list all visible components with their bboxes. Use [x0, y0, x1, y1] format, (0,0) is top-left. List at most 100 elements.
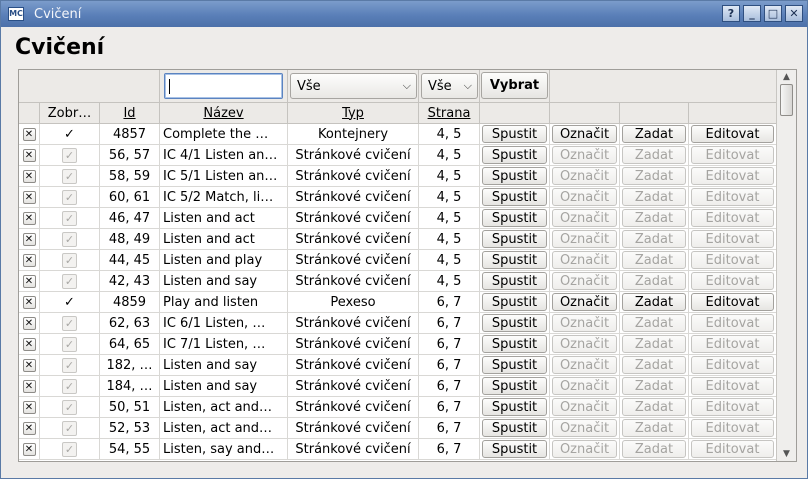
- run-cell: Spustit: [480, 313, 550, 334]
- edit-cell: Editovat: [689, 187, 777, 208]
- mark-button: Označit: [552, 251, 617, 269]
- show-checkbox[interactable]: ✓: [62, 126, 78, 142]
- scroll-down-icon[interactable]: ▼: [777, 447, 796, 461]
- vertical-scrollbar[interactable]: ▲ ▼: [776, 70, 796, 461]
- edit-button: Editovat: [691, 251, 774, 269]
- assign-button[interactable]: Zadat: [622, 293, 686, 311]
- remove-row-icon[interactable]: ✕: [22, 316, 36, 330]
- run-button[interactable]: Spustit: [482, 419, 547, 437]
- page-cell: 6, 7: [419, 376, 480, 397]
- show-checkbox[interactable]: ✓: [62, 210, 77, 226]
- page-filter-select[interactable]: Vše ⌵: [421, 73, 478, 99]
- assign-button: Zadat: [622, 272, 686, 290]
- run-button[interactable]: Spustit: [482, 188, 547, 206]
- show-cell: ✓: [40, 145, 100, 166]
- run-button[interactable]: Spustit: [482, 146, 547, 164]
- edit-button[interactable]: Editovat: [691, 293, 774, 311]
- maximize-button[interactable]: □: [764, 5, 782, 22]
- run-button[interactable]: Spustit: [482, 293, 547, 311]
- remove-row-icon[interactable]: ✕: [22, 190, 36, 204]
- select-button[interactable]: Vybrat: [481, 72, 548, 99]
- assign-cell: Zadat: [620, 418, 689, 439]
- col-header-page[interactable]: Strana: [419, 103, 480, 124]
- mark-cell: Označit: [550, 376, 620, 397]
- assign-cell: Zadat: [620, 166, 689, 187]
- type-cell: Stránkové cvičení: [288, 229, 419, 250]
- run-button[interactable]: Spustit: [482, 272, 547, 290]
- scroll-up-icon[interactable]: ▲: [777, 70, 796, 84]
- mark-button: Označit: [552, 335, 617, 353]
- remove-row-icon[interactable]: ✕: [22, 253, 36, 267]
- run-button[interactable]: Spustit: [482, 335, 547, 353]
- type-filter-select[interactable]: Vše ⌵: [290, 73, 417, 99]
- remove-row-icon[interactable]: ✕: [22, 211, 36, 225]
- name-cell: Listen and act: [160, 208, 288, 229]
- name-cell: Listen, act and…: [160, 397, 288, 418]
- run-button[interactable]: Spustit: [482, 167, 547, 185]
- remove-row-icon[interactable]: ✕: [22, 400, 36, 414]
- edit-button[interactable]: Editovat: [691, 125, 774, 143]
- col-header-id[interactable]: Id: [100, 103, 160, 124]
- run-button[interactable]: Spustit: [482, 356, 547, 374]
- remove-row-icon[interactable]: ✕: [22, 232, 36, 246]
- col-header-remove: [19, 103, 40, 124]
- run-button[interactable]: Spustit: [482, 251, 547, 269]
- minimize-button[interactable]: _: [743, 5, 761, 22]
- run-button[interactable]: Spustit: [482, 209, 547, 227]
- id-cell: 44, 45: [100, 250, 160, 271]
- col-header-type[interactable]: Typ: [288, 103, 419, 124]
- remove-row-icon[interactable]: ✕: [22, 274, 36, 288]
- show-checkbox[interactable]: ✓: [62, 252, 77, 268]
- mark-button[interactable]: Označit: [552, 125, 617, 143]
- show-checkbox[interactable]: ✓: [62, 294, 78, 310]
- help-button[interactable]: ?: [722, 5, 740, 22]
- remove-row-icon[interactable]: ✕: [22, 337, 36, 351]
- show-checkbox[interactable]: ✓: [62, 420, 77, 436]
- run-button[interactable]: Spustit: [482, 230, 547, 248]
- show-cell: ✓: [40, 187, 100, 208]
- page-cell: 4, 5: [419, 145, 480, 166]
- search-input[interactable]: [164, 73, 283, 99]
- show-checkbox[interactable]: ✓: [62, 315, 77, 331]
- page-cell: 6, 7: [419, 439, 480, 460]
- mark-button: Označit: [552, 314, 617, 332]
- run-button[interactable]: Spustit: [482, 314, 547, 332]
- run-button[interactable]: Spustit: [482, 440, 547, 458]
- mark-button: Označit: [552, 167, 617, 185]
- show-checkbox[interactable]: ✓: [62, 399, 77, 415]
- name-cell: Listen and act: [160, 229, 288, 250]
- remove-row-icon[interactable]: ✕: [22, 442, 36, 456]
- remove-row-icon[interactable]: ✕: [22, 148, 36, 162]
- remove-row-icon[interactable]: ✕: [22, 169, 36, 183]
- remove-row-icon[interactable]: ✕: [22, 421, 36, 435]
- show-checkbox[interactable]: ✓: [62, 231, 77, 247]
- show-checkbox[interactable]: ✓: [62, 336, 77, 352]
- title-bar[interactable]: MC Cvičení ? _ □ ✕: [1, 1, 807, 27]
- remove-row-icon[interactable]: ✕: [22, 379, 36, 393]
- remove-row-icon[interactable]: ✕: [22, 127, 36, 141]
- name-cell: Listen, act and…: [160, 418, 288, 439]
- show-checkbox[interactable]: ✓: [62, 147, 77, 163]
- run-button[interactable]: Spustit: [482, 398, 547, 416]
- show-checkbox[interactable]: ✓: [62, 168, 77, 184]
- run-button[interactable]: Spustit: [482, 377, 547, 395]
- mark-cell: Označit: [550, 250, 620, 271]
- close-button[interactable]: ✕: [785, 5, 803, 22]
- show-checkbox[interactable]: ✓: [62, 357, 77, 373]
- type-cell: Stránkové cvičení: [288, 271, 419, 292]
- scroll-thumb[interactable]: [780, 84, 793, 116]
- col-header-name[interactable]: Název: [160, 103, 288, 124]
- run-button[interactable]: Spustit: [482, 125, 547, 143]
- remove-row-icon[interactable]: ✕: [22, 358, 36, 372]
- type-cell: Stránkové cvičení: [288, 145, 419, 166]
- show-cell: ✓: [40, 397, 100, 418]
- remove-row-icon[interactable]: ✕: [22, 295, 36, 309]
- assign-button[interactable]: Zadat: [622, 125, 686, 143]
- col-header-show[interactable]: Zobr…: [40, 103, 100, 124]
- mark-button[interactable]: Označit: [552, 293, 617, 311]
- show-cell: ✓: [40, 376, 100, 397]
- show-checkbox[interactable]: ✓: [62, 273, 77, 289]
- show-checkbox[interactable]: ✓: [62, 189, 77, 205]
- show-checkbox[interactable]: ✓: [62, 441, 77, 457]
- show-checkbox[interactable]: ✓: [62, 378, 77, 394]
